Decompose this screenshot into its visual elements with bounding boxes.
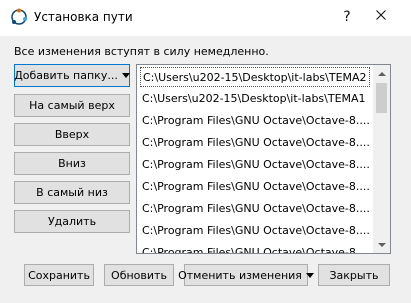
chevron-down-icon [121, 73, 130, 78]
add-folder-button[interactable]: Добавить папку... [14, 64, 130, 87]
close-icon[interactable] [372, 8, 390, 26]
list-item[interactable]: C:\Users\u202-15\Desktop\it-labs\TEMA2 [140, 67, 370, 87]
list-item[interactable]: C:\Program Files\GNU Octave\Octave-8.... [140, 133, 370, 153]
list-item[interactable]: C:\Program Files\GNU Octave\Octave-8.... [140, 199, 370, 219]
list-item[interactable]: C:\Program Files\GNU Octave\Octave-8.... [140, 221, 370, 241]
chevron-down-icon [305, 272, 314, 278]
scroll-up-icon[interactable] [373, 65, 390, 82]
add-folder-label: Добавить папку... [14, 69, 118, 82]
window-title: Установка пути [34, 10, 133, 24]
remove-button[interactable]: Удалить [14, 210, 130, 233]
move-to-bottom-button[interactable]: В самый низ [14, 181, 130, 204]
scrollbar-thumb[interactable] [376, 83, 387, 113]
list-item[interactable]: C:\Program Files\GNU Octave\Octave-8.... [140, 111, 370, 131]
info-text: Все изменения вступят в силу немедленно. [14, 45, 269, 58]
move-up-button[interactable]: Вверх [14, 123, 130, 146]
list-item[interactable]: C:\Program Files\GNU Octave\Octave-8.... [140, 177, 370, 197]
list-item[interactable]: C:\Program Files\GNU Octave\Octave-8.... [140, 155, 370, 175]
path-list[interactable]: C:\Users\u202-15\Desktop\it-labs\TEMA2 C… [136, 64, 391, 254]
scroll-down-icon[interactable] [373, 236, 390, 253]
revert-label: Отменить изменения [178, 268, 302, 282]
vertical-scrollbar[interactable] [373, 65, 390, 253]
help-icon[interactable]: ? [338, 8, 356, 26]
move-to-top-button[interactable]: На самый верх [14, 94, 130, 117]
list-item[interactable]: C:\Program Files\GNU Octave\Octave-8.... [140, 243, 370, 253]
reload-button[interactable]: Обновить [104, 264, 174, 286]
octave-app-icon [10, 8, 28, 26]
close-button[interactable]: Закрыть [318, 264, 390, 286]
revert-button[interactable]: Отменить изменения [178, 264, 314, 286]
list-item[interactable]: C:\Users\u202-15\Desktop\it-labs\TEMA1 [140, 89, 370, 109]
save-button[interactable]: Сохранить [24, 264, 94, 286]
move-down-button[interactable]: Вниз [14, 152, 130, 175]
title-bar: Установка пути ? [0, 0, 411, 36]
